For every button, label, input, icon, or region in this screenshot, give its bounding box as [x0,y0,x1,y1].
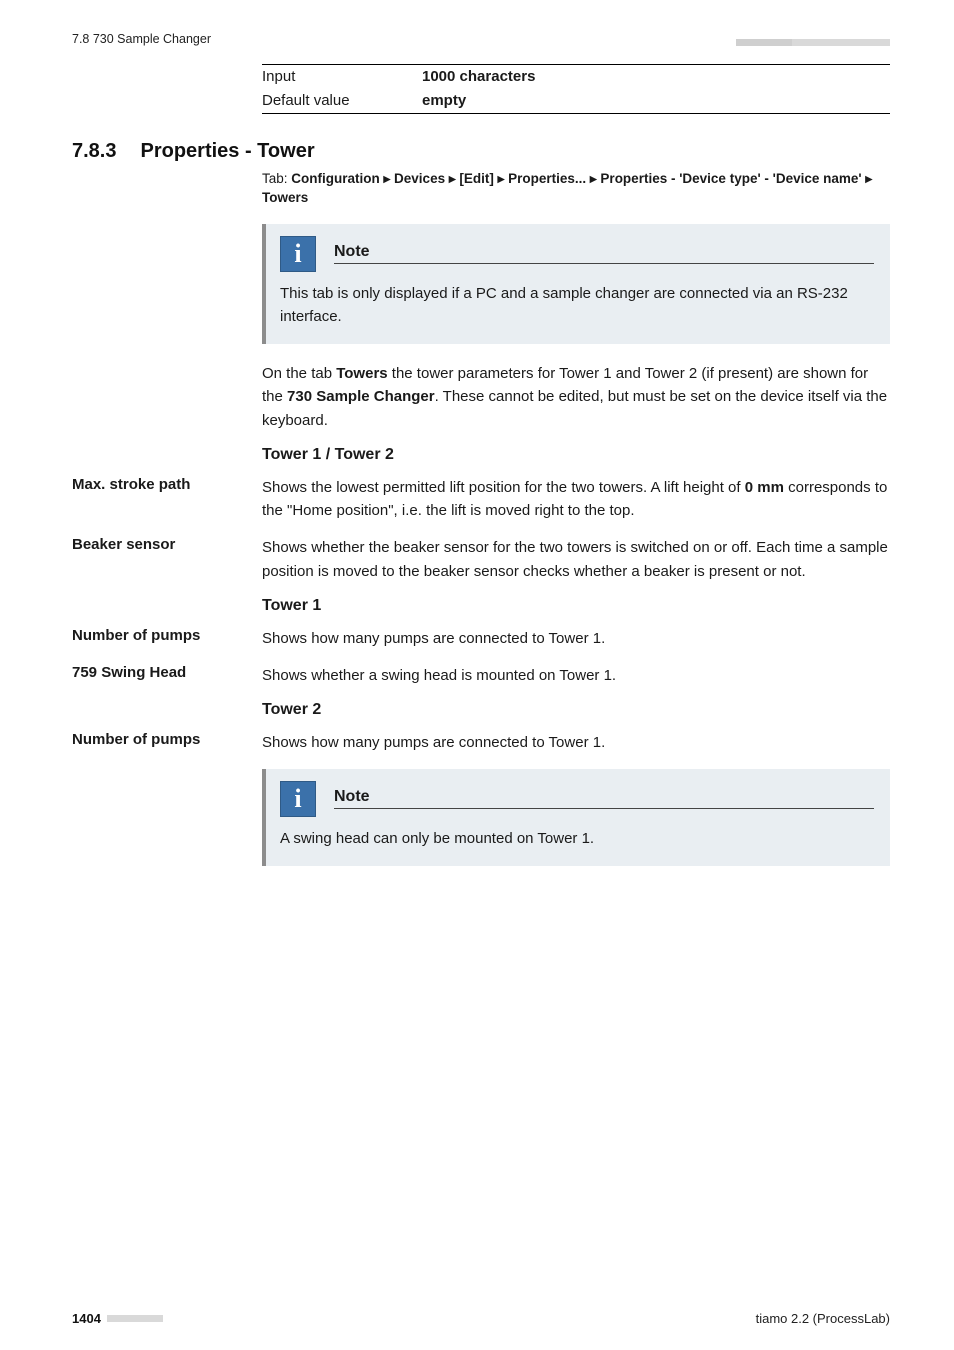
definition-term: Beaker sensor [72,536,262,583]
prop-label: Input [262,66,422,88]
footer-page-number: 1404 [72,1311,101,1326]
tab-path-bold: Configuration ▸ Devices ▸ [Edit] ▸ Prope… [262,171,872,206]
property-table: Input 1000 characters Default value empt… [262,64,890,114]
header-left-text: 7.8 730 Sample Changer [72,32,211,46]
definition-desc: Shows how many pumps are connected to To… [262,731,890,754]
note-box: i Note This tab is only displayed if a P… [262,224,890,345]
definition-beaker-sensor: Beaker sensor Shows whether the beaker s… [72,536,890,583]
definition-number-of-pumps-2: Number of pumps Shows how many pumps are… [72,731,890,754]
definition-desc: Shows how many pumps are connected to To… [262,627,890,650]
note-title: Note [334,788,874,809]
note-body: A swing head can only be mounted on Towe… [280,827,874,850]
page-footer: 1404 tiamo 2.2 (ProcessLab) [72,1311,890,1326]
definition-number-of-pumps-1: Number of pumps Shows how many pumps are… [72,627,890,650]
tab-path: Tab: Configuration ▸ Devices ▸ [Edit] ▸ … [262,169,890,208]
tab-prefix: Tab: [262,171,291,186]
header-squares-icon [736,39,890,46]
section-title: Properties - Tower [140,140,314,163]
prop-label: Default value [262,90,422,112]
section-heading: 7.8.3 Properties - Tower [72,140,890,163]
footer-squares-icon [107,1315,163,1322]
table-row: Input 1000 characters [262,65,890,89]
subheading-tower12: Tower 1 / Tower 2 [262,446,890,464]
section-number: 7.8.3 [72,140,116,163]
definition-term: Number of pumps [72,627,262,650]
definition-term: 759 Swing Head [72,664,262,687]
info-icon: i [280,236,316,272]
note-box: i Note A swing head can only be mounted … [262,769,890,866]
definition-desc: Shows the lowest permitted lift position… [262,476,890,523]
body-paragraph: On the tab Towers the tower parameters f… [262,362,890,432]
definition-desc: Shows whether the beaker sensor for the … [262,536,890,583]
prop-value: empty [422,90,466,112]
definition-desc: Shows whether a swing head is mounted on… [262,664,890,687]
definition-term: Max. stroke path [72,476,262,523]
definition-max-stroke: Max. stroke path Shows the lowest permit… [72,476,890,523]
page-header: 7.8 730 Sample Changer [72,32,890,46]
subheading-tower1: Tower 1 [262,597,890,615]
footer-product-name: tiamo 2.2 (ProcessLab) [756,1311,890,1326]
definition-term: Number of pumps [72,731,262,754]
definition-swing-head: 759 Swing Head Shows whether a swing hea… [72,664,890,687]
table-row: Default value empty [262,89,890,113]
note-title: Note [334,243,874,264]
note-body: This tab is only displayed if a PC and a… [280,282,874,329]
prop-value: 1000 characters [422,66,535,88]
subheading-tower2: Tower 2 [262,701,890,719]
info-icon: i [280,781,316,817]
